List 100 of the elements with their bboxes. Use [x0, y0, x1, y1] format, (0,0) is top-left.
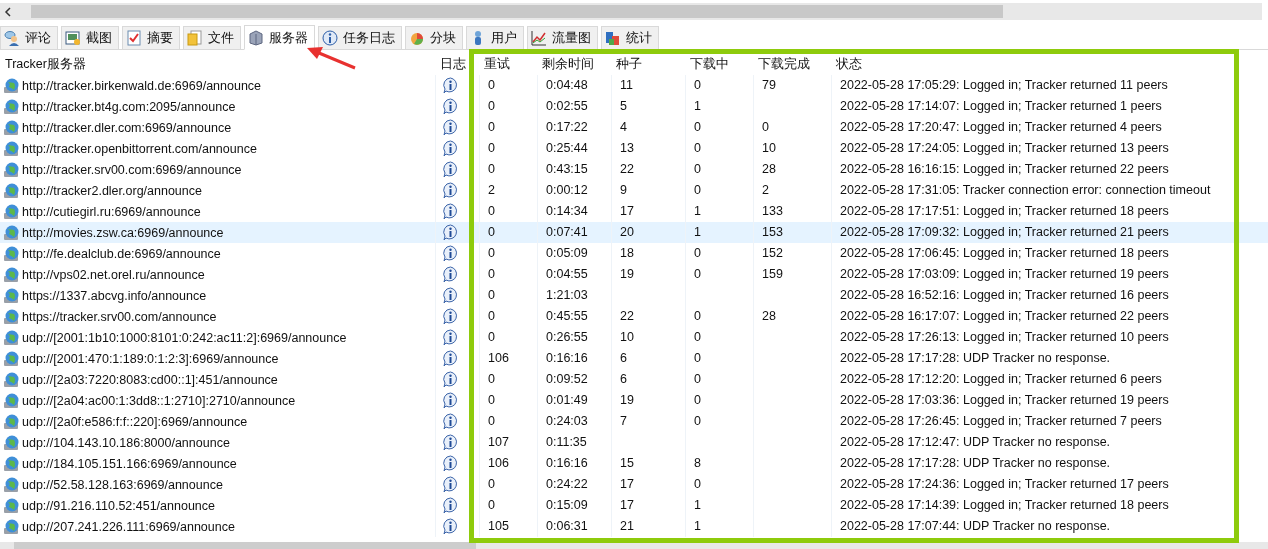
table-cell: 0	[488, 414, 495, 428]
table-cell: 159	[762, 267, 783, 281]
table-cell: 1	[694, 204, 701, 218]
table-cell: 0	[694, 477, 701, 491]
scrollbar[interactable]	[0, 542, 1268, 549]
table-cell: 0	[488, 99, 495, 113]
column-header[interactable]: 状态	[831, 56, 1262, 73]
globe-server-icon	[3, 350, 20, 367]
column-header[interactable]: 种子	[611, 56, 685, 73]
info-icon[interactable]	[442, 497, 459, 514]
table-cell: 0:01:49	[546, 393, 588, 407]
info-icon[interactable]	[442, 308, 459, 325]
table-row[interactable]: http://movies.zsw.ca:6969/announce 0 0:07:41 20 1 153 2022-05-28 17:09:32: Logged in; Tracker returned 21 peers	[0, 222, 1268, 243]
info-icon[interactable]	[442, 182, 459, 199]
table-cell: 21	[620, 519, 634, 533]
table-cell: 0	[488, 372, 495, 386]
info-icon[interactable]	[442, 329, 459, 346]
info-icon[interactable]	[442, 392, 459, 409]
info-icon[interactable]	[442, 434, 459, 451]
scrollbar[interactable]	[0, 3, 1262, 20]
server-icon	[248, 29, 264, 46]
globe-server-icon	[3, 476, 20, 493]
pie-chart-icon	[409, 30, 425, 46]
table-cell: 2022-05-28 17:12:20: Logged in; Tracker returned 6 peers	[840, 372, 1162, 386]
info-icon[interactable]	[442, 203, 459, 220]
table-cell: 11	[620, 78, 633, 92]
table-cell: 10	[762, 141, 776, 155]
table-cell: 107	[488, 435, 509, 449]
scroll-left-icon[interactable]	[3, 6, 13, 17]
globe-server-icon	[3, 308, 20, 325]
info-icon[interactable]	[442, 77, 459, 94]
tab[interactable]: 摘要	[122, 26, 180, 49]
tab[interactable]: 分块	[405, 26, 463, 49]
column-header[interactable]: 日志	[435, 56, 479, 73]
table-cell: 2022-05-28 17:24:36: Logged in; Tracker returned 17 peers	[840, 477, 1169, 491]
table-cell: 2022-05-28 17:17:28: UDP Tracker no response.	[840, 351, 1111, 365]
table-cell: 0	[694, 246, 701, 260]
tracker-url: udp://[2a04:ac00:1:3dd8::1:2710]:2710/announce	[22, 393, 296, 408]
tab[interactable]: 评论	[0, 26, 58, 49]
table-cell: 0:26:55	[546, 330, 588, 344]
globe-server-icon	[3, 371, 20, 388]
column-header[interactable]: 剩余时间	[537, 56, 611, 73]
tracker-url: udp://207.241.226.111:6969/announce	[22, 519, 235, 534]
table-cell: 13	[620, 141, 634, 155]
column-header[interactable]: 下载中	[685, 56, 753, 73]
column-header[interactable]: 重试	[479, 56, 537, 73]
table-cell: 2022-05-28 17:26:45: Logged in; Tracker returned 7 peers	[840, 414, 1162, 428]
column-header[interactable]: 下载完成	[753, 56, 831, 73]
info-icon[interactable]	[442, 224, 459, 241]
table-cell: 0	[694, 141, 701, 155]
info-icon[interactable]	[442, 455, 459, 472]
table-cell: 0	[694, 78, 701, 92]
info-icon[interactable]	[442, 476, 459, 493]
tab[interactable]: 任务日志	[318, 26, 402, 49]
line-chart-icon	[531, 30, 547, 46]
tab[interactable]: 用户	[466, 26, 524, 49]
table-cell: 0	[488, 477, 495, 491]
table-cell: 6	[620, 351, 627, 365]
table-cell: 153	[762, 225, 783, 239]
tab[interactable]: 服务器	[244, 25, 315, 50]
table-cell: 79	[762, 78, 776, 92]
info-icon[interactable]	[442, 287, 459, 304]
table-cell: 1:21:03	[546, 288, 588, 302]
tab[interactable]: 截图	[61, 26, 119, 49]
info-icon[interactable]	[442, 161, 459, 178]
globe-server-icon	[3, 245, 20, 262]
table-cell: 0	[488, 225, 495, 239]
table-cell: 0	[694, 309, 701, 323]
table-cell: 1	[694, 225, 701, 239]
table-cell: 2022-05-28 17:17:28: UDP Tracker no response.	[840, 456, 1111, 470]
table-cell: 2022-05-28 17:05:29: Logged in; Tracker returned 11 peers	[840, 78, 1168, 92]
column-header[interactable]: Tracker服务器	[0, 56, 435, 73]
table-cell: 2022-05-28 16:16:15: Logged in; Tracker returned 22 peers	[840, 162, 1169, 176]
globe-server-icon	[3, 182, 20, 199]
globe-server-icon	[3, 455, 20, 472]
table-cell: 0	[694, 330, 701, 344]
info-icon[interactable]	[442, 518, 459, 535]
tracker-url: udp://52.58.128.163:6969/announce	[22, 477, 223, 492]
table-cell: 17	[620, 204, 634, 218]
info-icon[interactable]	[442, 413, 459, 430]
table-cell: 0:07:41	[546, 225, 588, 239]
tab[interactable]: 文件	[183, 26, 241, 49]
info-icon[interactable]	[442, 119, 459, 136]
info-icon[interactable]	[442, 350, 459, 367]
info-icon[interactable]	[442, 245, 459, 262]
tab[interactable]: 统计	[601, 26, 659, 49]
table-cell: 0:14:34	[546, 204, 588, 218]
table-cell: 152	[762, 246, 783, 260]
table-cell: 0	[488, 162, 495, 176]
info-icon[interactable]	[442, 98, 459, 115]
info-icon[interactable]	[442, 371, 459, 388]
info-icon[interactable]	[442, 266, 459, 283]
globe-server-icon	[3, 119, 20, 136]
tab[interactable]: 流量图	[527, 26, 598, 49]
table-cell: 0	[694, 162, 701, 176]
table-cell: 17	[620, 477, 634, 491]
info-icon[interactable]	[442, 140, 459, 157]
table-cell: 0	[488, 204, 495, 218]
table-cell: 7	[620, 414, 627, 428]
table-cell: 0:06:31	[546, 519, 588, 533]
